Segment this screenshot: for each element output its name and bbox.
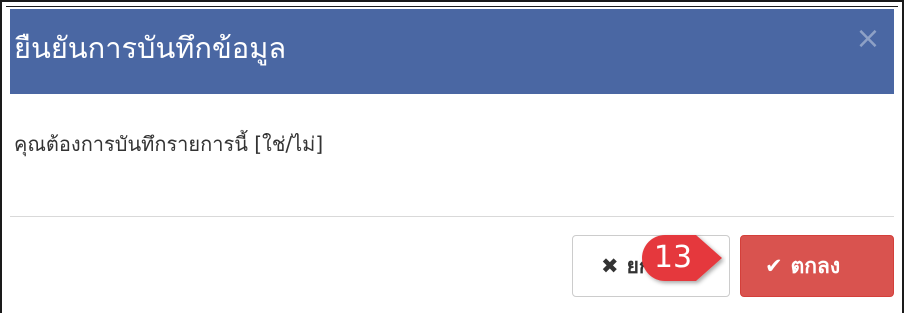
screenshot-frame: ยืนยันการบันทึกข้อมูล × คุณต้องการบันทึก… [0, 0, 904, 313]
ok-button-label: ตกลง [790, 254, 841, 278]
modal-title: ยืนยันการบันทึกข้อมูล [14, 31, 287, 65]
modal-body: คุณต้องการบันทึกรายการนี้ [ใช่/ไม่] [10, 94, 894, 217]
confirm-message: คุณต้องการบันทึกรายการนี้ [ใช่/ไม่] [14, 132, 324, 156]
close-icon[interactable]: × [852, 23, 884, 55]
ok-button[interactable]: ✔ ตกลง [740, 235, 894, 297]
modal-footer: ✖ยกเลิก ✔ตกลง [10, 217, 894, 315]
times-icon: ✖ [601, 254, 619, 278]
frame-line [6, 6, 898, 7]
step-number: 13 [653, 240, 693, 275]
modal-header: ยืนยันการบันทึกข้อมูล × [10, 9, 894, 94]
step-callout: 13 [634, 227, 726, 289]
check-icon: ✔ [765, 254, 783, 278]
